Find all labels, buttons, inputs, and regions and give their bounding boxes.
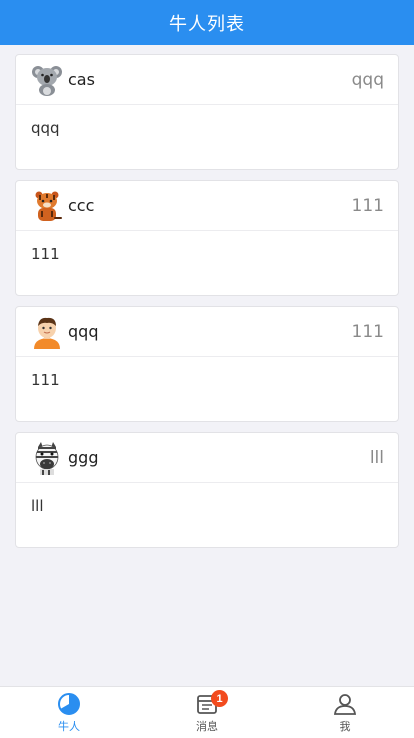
card-body: 111	[31, 245, 60, 263]
genius-list: cas qqq qqq ccc 111 111 qqq 111 111 ggg …	[0, 45, 414, 548]
card-header: qqq 111	[16, 307, 398, 357]
card-title: 111	[351, 195, 384, 216]
list-item[interactable]: ggg lll lll	[15, 432, 399, 548]
card-header: ccc 111	[16, 181, 398, 231]
tab-me[interactable]: 我	[276, 687, 414, 738]
list-item[interactable]: cas qqq qqq	[15, 54, 399, 170]
user-icon	[333, 693, 357, 715]
card-header: cas qqq	[16, 55, 398, 105]
app: 牛人列表 cas qqq qqq ccc 111 111 qqq 111 111…	[0, 0, 414, 738]
koala-avatar-icon	[32, 65, 62, 96]
nav-header: 牛人列表	[0, 0, 414, 45]
tab-bar: 牛人 1 消息 我	[0, 686, 414, 738]
list-item[interactable]: qqq 111 111	[15, 306, 399, 422]
card-name: cas	[68, 70, 95, 89]
tab-label: 消息	[196, 719, 218, 733]
tab-label: 我	[339, 719, 351, 733]
page-title: 牛人列表	[169, 13, 245, 35]
card-title: lll	[369, 447, 384, 468]
card-name: ggg	[68, 448, 99, 467]
pie-chart-icon	[58, 692, 80, 715]
card-name: qqq	[68, 322, 99, 341]
card-body: 111	[31, 371, 60, 389]
tab-genius[interactable]: 牛人	[0, 687, 138, 738]
tab-label: 牛人	[58, 719, 80, 733]
card-body: lll	[31, 497, 44, 515]
tab-messages[interactable]: 1 消息	[138, 687, 276, 738]
zebra-avatar-icon	[35, 441, 59, 475]
boy-avatar-icon	[34, 317, 60, 349]
card-name: ccc	[68, 196, 95, 215]
card-header: ggg lll	[16, 433, 398, 483]
card-body: qqq	[31, 119, 60, 137]
card-title: 111	[351, 321, 384, 342]
list-item[interactable]: ccc 111 111	[15, 180, 399, 296]
unread-badge: 1	[211, 690, 228, 707]
card-title: qqq	[351, 69, 384, 90]
tiger-avatar-icon	[35, 191, 62, 221]
